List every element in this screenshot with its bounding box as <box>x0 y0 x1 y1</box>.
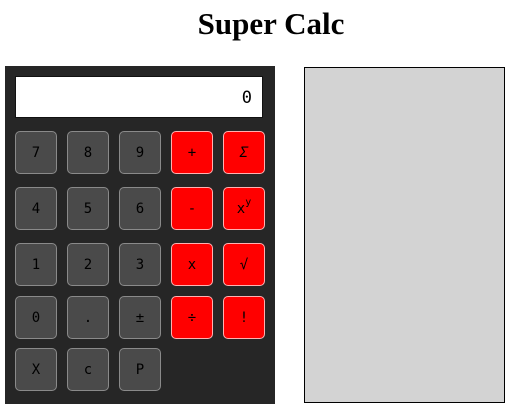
key-2[interactable]: 2 <box>67 243 109 286</box>
key-sqrt[interactable]: √ <box>223 243 265 286</box>
key-plus-minus[interactable]: ± <box>119 296 161 339</box>
key-sigma[interactable]: Σ <box>223 131 265 174</box>
key-multiply[interactable]: x <box>171 243 213 286</box>
key-5[interactable]: 5 <box>67 187 109 230</box>
key-0[interactable]: 0 <box>15 296 57 339</box>
key-3[interactable]: 3 <box>119 243 161 286</box>
key-power-exponent: y <box>245 197 252 208</box>
calculator-display: 0 <box>15 76 263 118</box>
key-1[interactable]: 1 <box>15 243 57 286</box>
key-minus[interactable]: - <box>171 187 213 230</box>
key-6[interactable]: 6 <box>119 187 161 230</box>
key-power-base: x <box>236 200 246 217</box>
key-factorial[interactable]: ! <box>223 296 265 339</box>
key-4[interactable]: 4 <box>15 187 57 230</box>
page-title: Super Calc <box>197 6 345 41</box>
calculator: 0 7 8 9 + Σ 4 5 6 - xy 1 2 3 x √ 0 . ± ÷… <box>5 66 275 404</box>
output-panel <box>304 67 505 403</box>
key-8[interactable]: 8 <box>67 131 109 174</box>
key-p[interactable]: P <box>119 348 161 391</box>
key-decimal[interactable]: . <box>67 296 109 339</box>
key-divide[interactable]: ÷ <box>171 296 213 339</box>
key-power[interactable]: xy <box>223 187 265 230</box>
key-x[interactable]: X <box>15 348 57 391</box>
key-plus[interactable]: + <box>171 131 213 174</box>
key-9[interactable]: 9 <box>119 131 161 174</box>
key-7[interactable]: 7 <box>15 131 57 174</box>
key-clear[interactable]: c <box>67 348 109 391</box>
